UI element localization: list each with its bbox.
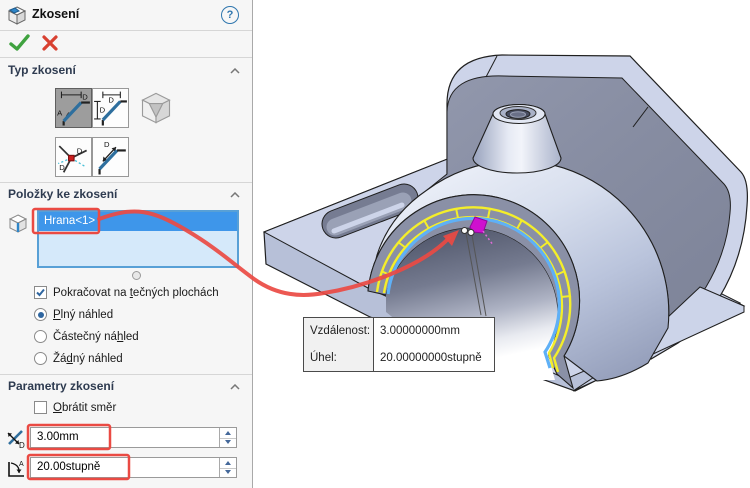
section-chamfer-type: Typ zkosení <box>0 60 252 82</box>
angle-input[interactable]: 20.00stupně <box>30 457 237 478</box>
type-button-angle-distance[interactable]: D A <box>55 88 92 128</box>
property-manager-panel: Zkosení ? Typ zkosení D A D D D D D Polo… <box>0 0 253 488</box>
collapse-icon[interactable] <box>230 384 240 390</box>
distance-input[interactable]: 3.00mm <box>30 427 237 448</box>
divider <box>0 374 252 375</box>
svg-text:D: D <box>77 147 83 156</box>
edge-selection-icon <box>8 214 28 233</box>
partial-preview-radio[interactable]: Částečný náhled <box>34 330 139 343</box>
svg-text:D: D <box>82 92 88 101</box>
spinner-down[interactable] <box>220 468 236 478</box>
chamfer-distance-icon: D <box>7 430 25 449</box>
solidworks-window: Vzdálenost: Úhel: 3.00000000mm 20.000000… <box>0 0 750 488</box>
section-items: Položky ke zkosení <box>0 184 252 206</box>
svg-text:D: D <box>108 96 114 105</box>
divider <box>0 182 252 183</box>
collapse-icon[interactable] <box>230 68 240 74</box>
cancel-button[interactable] <box>40 33 62 53</box>
checkbox-checked <box>34 286 47 299</box>
chamfer-angle-icon: A <box>8 461 24 477</box>
offset-face-icon: D <box>98 140 126 175</box>
callout-distance-value[interactable]: 3.00000000mm <box>374 318 494 345</box>
distance-value[interactable]: 3.00mm <box>37 428 79 447</box>
type-button-distance-distance[interactable]: D D <box>92 88 129 128</box>
radio-selected <box>34 308 47 321</box>
no-preview-radio[interactable]: Žádný náhled <box>34 352 123 365</box>
tangent-propagation-checkbox[interactable]: Pokračovat na tečných plochách <box>34 286 219 299</box>
svg-text:D: D <box>59 163 65 172</box>
svg-text:A: A <box>19 461 24 468</box>
section-title: Parametry zkosení <box>8 379 115 393</box>
collapse-icon[interactable] <box>230 192 240 198</box>
callout-angle-label: Úhel: <box>310 351 337 364</box>
callout-distance-label: Vzdálenost: <box>310 325 371 338</box>
section-parameters: Parametry zkosení <box>0 376 252 398</box>
ok-button[interactable] <box>8 33 32 53</box>
svg-text:D: D <box>100 105 106 114</box>
chamfer-callout[interactable]: Vzdálenost: Úhel: 3.00000000mm 20.000000… <box>303 317 495 372</box>
spinner-down[interactable] <box>220 438 236 448</box>
distance-distance-icon: D D <box>94 91 127 126</box>
radio-unselected <box>34 330 47 343</box>
listbox-resize-handle[interactable] <box>132 271 141 280</box>
vertex-icon: D D <box>57 145 88 173</box>
full-preview-radio[interactable]: Plný náhled <box>34 308 113 321</box>
panel-actions <box>0 30 252 58</box>
edge-selection-listbox[interactable]: Hrana<1> <box>37 210 239 268</box>
chamfer-cube-icon <box>7 6 27 25</box>
type-button-vertex[interactable]: D D <box>55 137 92 177</box>
svg-text:D: D <box>19 441 25 449</box>
angle-value[interactable]: 20.00stupně <box>37 458 100 477</box>
type-button-face-face[interactable] <box>138 90 175 130</box>
panel-title: Zkosení <box>32 7 80 21</box>
help-icon[interactable]: ? <box>221 6 239 24</box>
distance-spinner <box>219 428 236 447</box>
angle-distance-icon: D A <box>57 91 90 126</box>
svg-text:A: A <box>57 109 63 118</box>
selected-edge-item[interactable]: Hrana<1> <box>39 212 237 231</box>
type-button-offset-face[interactable]: D <box>92 137 129 177</box>
face-face-icon <box>141 92 171 124</box>
panel-header: Zkosení ? <box>0 0 252 31</box>
angle-spinner <box>219 458 236 477</box>
flip-direction-checkbox[interactable]: Obrátit směr <box>34 401 116 414</box>
section-title: Položky ke zkosení <box>8 187 118 201</box>
svg-text:D: D <box>104 140 110 149</box>
callout-angle-value[interactable]: 20.00000000stupně <box>374 345 494 372</box>
section-title: Typ zkosení <box>8 63 76 77</box>
radio-unselected <box>34 352 47 365</box>
checkbox-unchecked <box>34 401 47 414</box>
